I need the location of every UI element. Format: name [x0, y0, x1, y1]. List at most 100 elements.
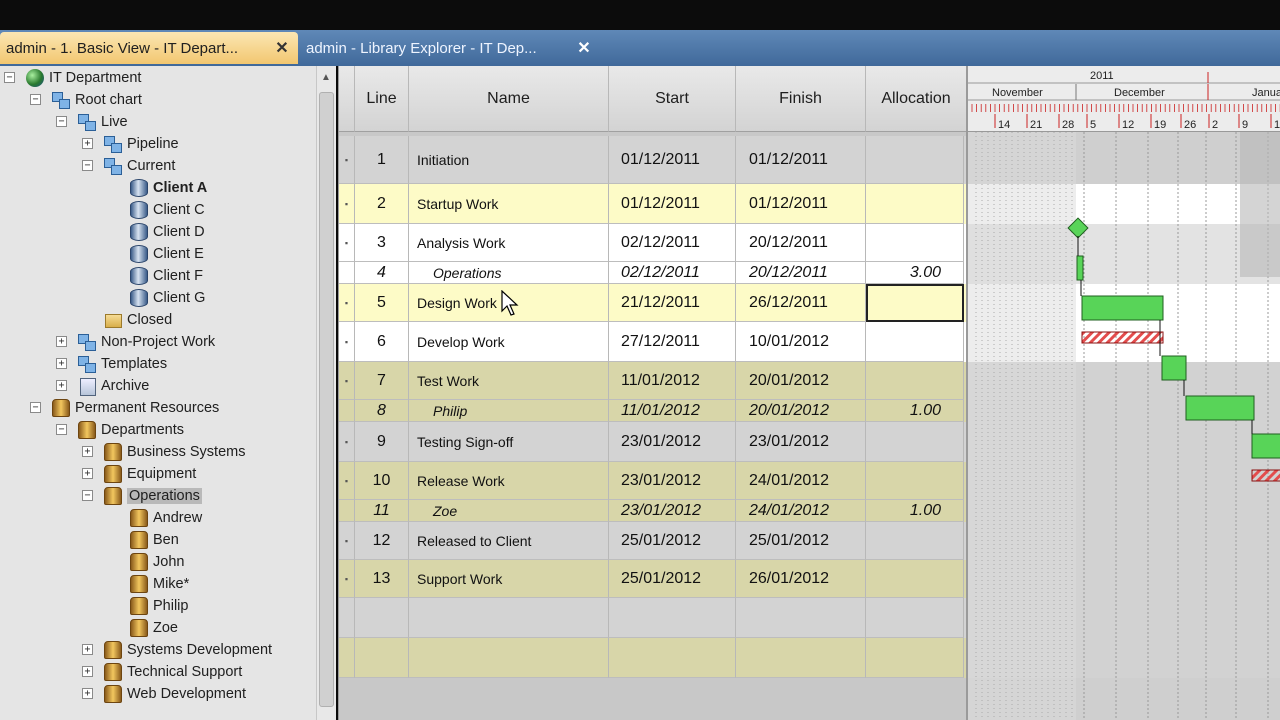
table-row[interactable]: 11 Zoe 23/01/2012 24/01/2012 1.00: [339, 500, 967, 522]
column-header-name[interactable]: Name: [409, 66, 609, 132]
tree-node[interactable]: Client F: [130, 265, 203, 287]
cell-start[interactable]: 23/01/2012: [609, 422, 736, 462]
cell-allocation[interactable]: [866, 322, 964, 362]
cell-finish[interactable]: [736, 598, 866, 638]
expand-icon[interactable]: +: [56, 380, 67, 391]
tree-node[interactable]: Andrew: [130, 507, 202, 529]
expand-icon[interactable]: +: [82, 644, 93, 655]
cell-start[interactable]: 27/12/2011: [609, 322, 736, 362]
cell-line[interactable]: 8: [355, 400, 409, 422]
tree-node[interactable]: − Departments: [56, 419, 184, 441]
cell-start[interactable]: 11/01/2012: [609, 362, 736, 400]
collapse-icon[interactable]: −: [30, 94, 41, 105]
table-row[interactable]: [339, 598, 967, 638]
cell-name[interactable]: Release Work: [409, 462, 609, 500]
table-row[interactable]: ▪ 12 Released to Client 25/01/2012 25/01/201…: [339, 522, 967, 560]
expand-icon[interactable]: +: [82, 688, 93, 699]
cell-start[interactable]: [609, 598, 736, 638]
tree-node[interactable]: Closed: [104, 309, 172, 331]
cell-finish[interactable]: 20/01/2012: [736, 362, 866, 400]
cell-start[interactable]: [609, 638, 736, 678]
expand-icon[interactable]: +: [82, 446, 93, 457]
cell-allocation[interactable]: [866, 560, 964, 598]
tree-node[interactable]: − Root chart: [30, 89, 142, 111]
column-header-start[interactable]: Start: [609, 66, 736, 132]
cell-line[interactable]: 1: [355, 136, 409, 184]
tree-node[interactable]: Zoe: [130, 617, 178, 639]
tree-node[interactable]: + Systems Development: [82, 639, 272, 661]
table-row[interactable]: 4 Operations 02/12/2011 20/12/2011 3.00: [339, 262, 967, 284]
cell-name[interactable]: Support Work: [409, 560, 609, 598]
cell-finish[interactable]: 20/12/2011: [736, 262, 866, 284]
cell-name[interactable]: Testing Sign-off: [409, 422, 609, 462]
cell-start[interactable]: 02/12/2011: [609, 224, 736, 262]
table-row[interactable]: ▪ 10 Release Work 23/01/2012 24/01/2012: [339, 462, 967, 500]
column-header-line[interactable]: Line: [355, 66, 409, 132]
cell-line[interactable]: 7: [355, 362, 409, 400]
cell-start[interactable]: 02/12/2011: [609, 262, 736, 284]
tree-node[interactable]: Philip: [130, 595, 188, 617]
tree-node[interactable]: Client G: [130, 287, 205, 309]
cell-line[interactable]: 3: [355, 224, 409, 262]
cell-allocation[interactable]: [866, 522, 964, 560]
cell-allocation[interactable]: 3.00: [866, 262, 964, 284]
cell-allocation[interactable]: 1.00: [866, 500, 964, 522]
cell-allocation[interactable]: [866, 462, 964, 500]
cell-finish[interactable]: 26/12/2011: [736, 284, 866, 322]
table-row[interactable]: ▪ 5 Design Work 21/12/2011 26/12/2011: [339, 284, 967, 322]
cell-start[interactable]: 25/01/2012: [609, 522, 736, 560]
cell-start[interactable]: 23/01/2012: [609, 500, 736, 522]
tree-node[interactable]: + Equipment: [82, 463, 196, 485]
expand-icon[interactable]: +: [56, 358, 67, 369]
cell-line[interactable]: [355, 638, 409, 678]
tree-node[interactable]: + Archive: [56, 375, 149, 397]
cell-name[interactable]: Develop Work: [409, 322, 609, 362]
cell-start[interactable]: 25/01/2012: [609, 560, 736, 598]
cell-name[interactable]: Operations: [409, 262, 609, 284]
expand-icon[interactable]: +: [82, 468, 93, 479]
collapse-icon[interactable]: −: [82, 490, 93, 501]
cell-allocation[interactable]: [866, 224, 964, 262]
cell-line[interactable]: 9: [355, 422, 409, 462]
table-row[interactable]: ▪ 2 Startup Work 01/12/2011 01/12/2011: [339, 184, 967, 224]
table-row[interactable]: ▪ 1 Initiation 01/12/2011 01/12/2011: [339, 136, 967, 184]
cell-name[interactable]: [409, 638, 609, 678]
table-row[interactable]: ▪ 13 Support Work 25/01/2012 26/01/2012: [339, 560, 967, 598]
cell-finish[interactable]: 10/01/2012: [736, 322, 866, 362]
cell-start[interactable]: 01/12/2011: [609, 136, 736, 184]
scrollbar-thumb[interactable]: [319, 92, 334, 707]
tree-node[interactable]: − Current: [82, 155, 175, 177]
tab-basic-view[interactable]: admin - 1. Basic View - IT Depart... ✕: [0, 32, 298, 64]
cell-name[interactable]: Test Work: [409, 362, 609, 400]
cell-line[interactable]: 12: [355, 522, 409, 560]
cell-finish[interactable]: 24/01/2012: [736, 500, 866, 522]
table-row[interactable]: ▪ 6 Develop Work 27/12/2011 10/01/2012: [339, 322, 967, 362]
cell-line[interactable]: 5: [355, 284, 409, 322]
collapse-icon[interactable]: −: [4, 72, 15, 83]
collapse-icon[interactable]: −: [56, 116, 67, 127]
tree-node[interactable]: Client E: [130, 243, 204, 265]
table-row[interactable]: [339, 638, 967, 678]
cell-start[interactable]: 21/12/2011: [609, 284, 736, 322]
expand-icon[interactable]: +: [82, 138, 93, 149]
cell-allocation[interactable]: [866, 362, 964, 400]
table-row[interactable]: ▪ 9 Testing Sign-off 23/01/2012 23/01/2012: [339, 422, 967, 462]
cell-allocation[interactable]: 1.00: [866, 400, 964, 422]
cell-finish[interactable]: 20/01/2012: [736, 400, 866, 422]
cell-name[interactable]: Philip: [409, 400, 609, 422]
cell-name[interactable]: Initiation: [409, 136, 609, 184]
tree-node[interactable]: Client C: [130, 199, 205, 221]
cell-name[interactable]: [409, 598, 609, 638]
cell-finish[interactable]: 25/01/2012: [736, 522, 866, 560]
collapse-icon[interactable]: −: [56, 424, 67, 435]
tree-node[interactable]: − Permanent Resources: [30, 397, 219, 419]
tree-node[interactable]: Ben: [130, 529, 179, 551]
tree-node[interactable]: + Technical Support: [82, 661, 242, 683]
cell-finish[interactable]: 20/12/2011: [736, 224, 866, 262]
cell-allocation[interactable]: [866, 598, 964, 638]
cell-finish[interactable]: 24/01/2012: [736, 462, 866, 500]
cell-line[interactable]: 2: [355, 184, 409, 224]
cell-start[interactable]: 23/01/2012: [609, 462, 736, 500]
cell-allocation[interactable]: [866, 136, 964, 184]
cell-line[interactable]: 4: [355, 262, 409, 284]
